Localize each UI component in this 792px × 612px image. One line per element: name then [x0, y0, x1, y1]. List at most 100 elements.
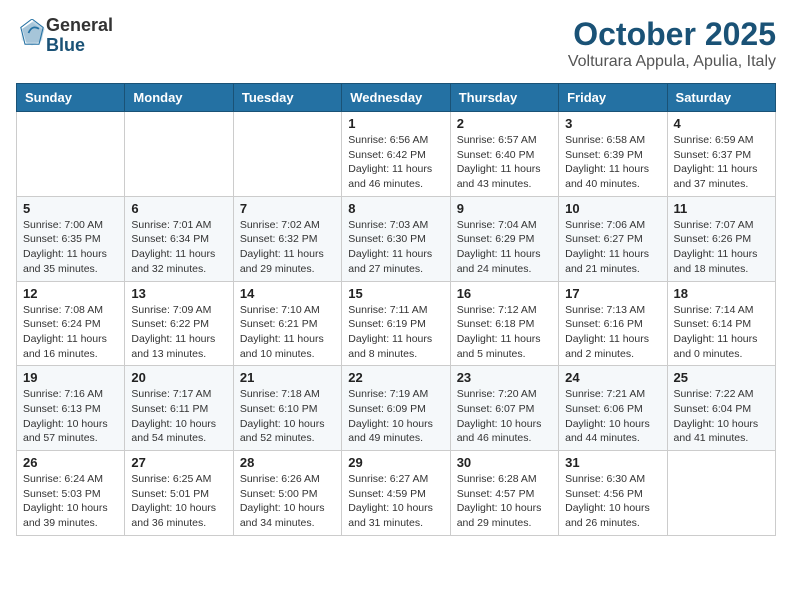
- day-number: 14: [240, 286, 335, 301]
- day-info: Sunrise: 7:01 AM Sunset: 6:34 PM Dayligh…: [131, 218, 226, 277]
- weekday-header-tuesday: Tuesday: [233, 84, 341, 112]
- day-info: Sunrise: 7:22 AM Sunset: 6:04 PM Dayligh…: [674, 387, 769, 446]
- day-number: 22: [348, 370, 443, 385]
- day-number: 9: [457, 201, 552, 216]
- calendar-header-row: SundayMondayTuesdayWednesdayThursdayFrid…: [17, 84, 776, 112]
- day-number: 20: [131, 370, 226, 385]
- calendar-day-cell: 15 Sunrise: 7:11 AM Sunset: 6:19 PM Dayli…: [342, 281, 450, 366]
- weekday-header-thursday: Thursday: [450, 84, 558, 112]
- weekday-header-saturday: Saturday: [667, 84, 775, 112]
- day-info: Sunrise: 6:59 AM Sunset: 6:37 PM Dayligh…: [674, 133, 769, 192]
- day-number: 26: [23, 455, 118, 470]
- calendar-day-cell: [667, 451, 775, 536]
- calendar-day-cell: 29 Sunrise: 6:27 AM Sunset: 4:59 PM Dayli…: [342, 451, 450, 536]
- day-info: Sunrise: 7:12 AM Sunset: 6:18 PM Dayligh…: [457, 303, 552, 362]
- day-number: 5: [23, 201, 118, 216]
- day-info: Sunrise: 7:17 AM Sunset: 6:11 PM Dayligh…: [131, 387, 226, 446]
- day-number: 23: [457, 370, 552, 385]
- calendar-day-cell: 10 Sunrise: 7:06 AM Sunset: 6:27 PM Dayli…: [559, 196, 667, 281]
- day-number: 15: [348, 286, 443, 301]
- day-info: Sunrise: 7:19 AM Sunset: 6:09 PM Dayligh…: [348, 387, 443, 446]
- calendar-day-cell: 24Sunrise: 7:21 AM Sunset: 6:06 PM Dayli…: [559, 366, 667, 451]
- day-info: Sunrise: 7:00 AM Sunset: 6:35 PM Dayligh…: [23, 218, 118, 277]
- calendar-day-cell: 4Sunrise: 6:59 AM Sunset: 6:37 PM Daylig…: [667, 112, 775, 197]
- month-title: October 2025: [568, 16, 776, 53]
- calendar-week-row: 12Sunrise: 7:08 AM Sunset: 6:24 PM Dayli…: [17, 281, 776, 366]
- day-number: 17: [565, 286, 660, 301]
- calendar-day-cell: 8Sunrise: 7:03 AM Sunset: 6:30 PM Daylig…: [342, 196, 450, 281]
- day-info: Sunrise: 7:07 AM Sunset: 6:26 PM Dayligh…: [674, 218, 769, 277]
- calendar-day-cell: 26 Sunrise: 6:24 AM Sunset: 5:03 PM Dayli…: [17, 451, 125, 536]
- day-info: Sunrise: 6:24 AM Sunset: 5:03 PM Dayligh…: [23, 472, 118, 531]
- weekday-header-wednesday: Wednesday: [342, 84, 450, 112]
- day-info: Sunrise: 6:57 AM Sunset: 6:40 PM Dayligh…: [457, 133, 552, 192]
- day-number: 11: [674, 201, 769, 216]
- day-number: 31: [565, 455, 660, 470]
- calendar-day-cell: 14 Sunrise: 7:10 AM Sunset: 6:21 PM Dayli…: [233, 281, 341, 366]
- day-number: 30: [457, 455, 552, 470]
- calendar-day-cell: 6Sunrise: 7:01 AM Sunset: 6:34 PM Daylig…: [125, 196, 233, 281]
- logo: General Blue: [16, 16, 113, 56]
- logo-blue-text: Blue: [46, 35, 85, 55]
- weekday-header-sunday: Sunday: [17, 84, 125, 112]
- weekday-header-monday: Monday: [125, 84, 233, 112]
- calendar-table: SundayMondayTuesdayWednesdayThursdayFrid…: [16, 83, 776, 536]
- day-info: Sunrise: 6:25 AM Sunset: 5:01 PM Dayligh…: [131, 472, 226, 531]
- day-info: Sunrise: 6:58 AM Sunset: 6:39 PM Dayligh…: [565, 133, 660, 192]
- day-info: Sunrise: 7:09 AM Sunset: 6:22 PM Dayligh…: [131, 303, 226, 362]
- calendar-day-cell: 5 Sunrise: 7:00 AM Sunset: 6:35 PM Daylig…: [17, 196, 125, 281]
- day-number: 13: [131, 286, 226, 301]
- title-area: October 2025 Volturara Appula, Apulia, I…: [568, 16, 776, 71]
- day-number: 8: [348, 201, 443, 216]
- day-info: Sunrise: 6:26 AM Sunset: 5:00 PM Dayligh…: [240, 472, 335, 531]
- calendar-day-cell: 22 Sunrise: 7:19 AM Sunset: 6:09 PM Dayli…: [342, 366, 450, 451]
- day-number: 10: [565, 201, 660, 216]
- day-number: 27: [131, 455, 226, 470]
- day-info: Sunrise: 7:02 AM Sunset: 6:32 PM Dayligh…: [240, 218, 335, 277]
- calendar-day-cell: 17 Sunrise: 7:13 AM Sunset: 6:16 PM Dayli…: [559, 281, 667, 366]
- day-number: 18: [674, 286, 769, 301]
- day-number: 16: [457, 286, 552, 301]
- logo-icon: [18, 19, 46, 47]
- day-number: 25: [674, 370, 769, 385]
- day-info: Sunrise: 6:28 AM Sunset: 4:57 PM Dayligh…: [457, 472, 552, 531]
- calendar-day-cell: 30 Sunrise: 6:28 AM Sunset: 4:57 PM Dayli…: [450, 451, 558, 536]
- calendar-day-cell: 31 Sunrise: 6:30 AM Sunset: 4:56 PM Dayli…: [559, 451, 667, 536]
- calendar-day-cell: 3 Sunrise: 6:58 AM Sunset: 6:39 PM Daylig…: [559, 112, 667, 197]
- calendar-day-cell: 9 Sunrise: 7:04 AM Sunset: 6:29 PM Daylig…: [450, 196, 558, 281]
- day-info: Sunrise: 6:27 AM Sunset: 4:59 PM Dayligh…: [348, 472, 443, 531]
- day-number: 29: [348, 455, 443, 470]
- location-subtitle: Volturara Appula, Apulia, Italy: [568, 53, 776, 71]
- calendar-day-cell: 27 Sunrise: 6:25 AM Sunset: 5:01 PM Dayli…: [125, 451, 233, 536]
- day-number: 19: [23, 370, 118, 385]
- day-number: 21: [240, 370, 335, 385]
- day-info: Sunrise: 7:10 AM Sunset: 6:21 PM Dayligh…: [240, 303, 335, 362]
- day-info: Sunrise: 7:06 AM Sunset: 6:27 PM Dayligh…: [565, 218, 660, 277]
- calendar-day-cell: 25 Sunrise: 7:22 AM Sunset: 6:04 PM Dayli…: [667, 366, 775, 451]
- day-info: Sunrise: 7:13 AM Sunset: 6:16 PM Dayligh…: [565, 303, 660, 362]
- page-header: General Blue October 2025 Volturara Appu…: [16, 16, 776, 71]
- calendar-day-cell: 16 Sunrise: 7:12 AM Sunset: 6:18 PM Dayli…: [450, 281, 558, 366]
- day-number: 3: [565, 116, 660, 131]
- calendar-week-row: 26 Sunrise: 6:24 AM Sunset: 5:03 PM Dayli…: [17, 451, 776, 536]
- weekday-header-friday: Friday: [559, 84, 667, 112]
- day-info: Sunrise: 6:30 AM Sunset: 4:56 PM Dayligh…: [565, 472, 660, 531]
- calendar-day-cell: 19Sunrise: 7:16 AM Sunset: 6:13 PM Dayli…: [17, 366, 125, 451]
- day-info: Sunrise: 7:04 AM Sunset: 6:29 PM Dayligh…: [457, 218, 552, 277]
- calendar-day-cell: 13 Sunrise: 7:09 AM Sunset: 6:22 PM Dayli…: [125, 281, 233, 366]
- calendar-week-row: 1Sunrise: 6:56 AM Sunset: 6:42 PM Daylig…: [17, 112, 776, 197]
- calendar-day-cell: 28Sunrise: 6:26 AM Sunset: 5:00 PM Dayli…: [233, 451, 341, 536]
- calendar-day-cell: 20 Sunrise: 7:17 AM Sunset: 6:11 PM Dayli…: [125, 366, 233, 451]
- day-info: Sunrise: 7:18 AM Sunset: 6:10 PM Dayligh…: [240, 387, 335, 446]
- calendar-day-cell: 7 Sunrise: 7:02 AM Sunset: 6:32 PM Daylig…: [233, 196, 341, 281]
- day-number: 7: [240, 201, 335, 216]
- calendar-day-cell: [233, 112, 341, 197]
- calendar-day-cell: 21 Sunrise: 7:18 AM Sunset: 6:10 PM Dayli…: [233, 366, 341, 451]
- day-number: 1: [348, 116, 443, 131]
- day-info: Sunrise: 7:14 AM Sunset: 6:14 PM Dayligh…: [674, 303, 769, 362]
- calendar-day-cell: 12Sunrise: 7:08 AM Sunset: 6:24 PM Dayli…: [17, 281, 125, 366]
- day-number: 2: [457, 116, 552, 131]
- day-info: Sunrise: 7:21 AM Sunset: 6:06 PM Dayligh…: [565, 387, 660, 446]
- day-info: Sunrise: 7:08 AM Sunset: 6:24 PM Dayligh…: [23, 303, 118, 362]
- day-info: Sunrise: 7:11 AM Sunset: 6:19 PM Dayligh…: [348, 303, 443, 362]
